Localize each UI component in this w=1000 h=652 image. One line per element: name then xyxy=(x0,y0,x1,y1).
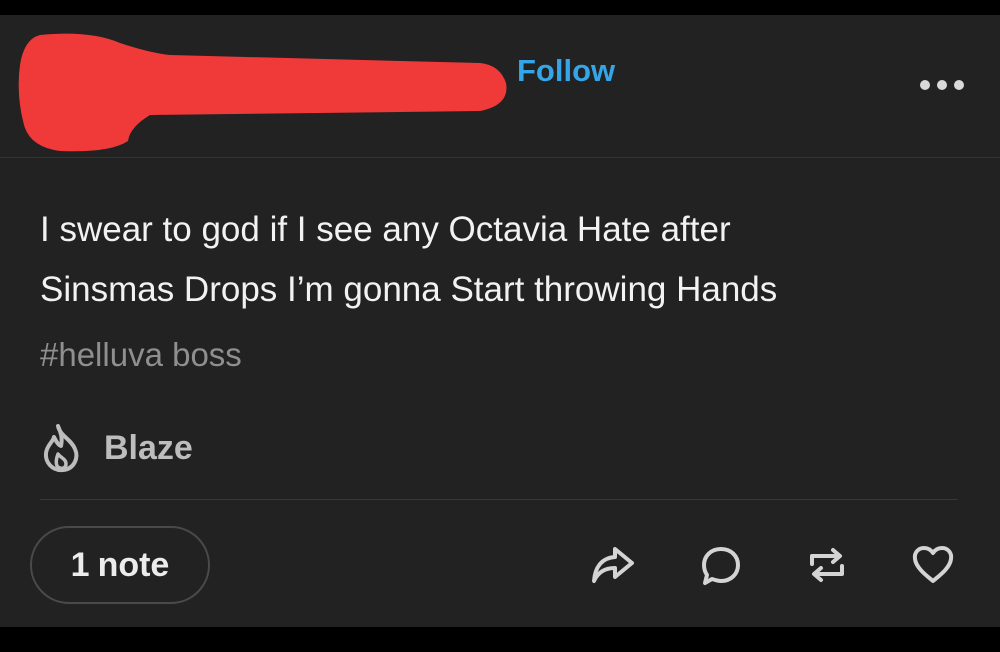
reblog-button[interactable] xyxy=(799,535,855,595)
heart-icon xyxy=(912,546,954,583)
blaze-label: Blaze xyxy=(104,429,193,467)
post-tag[interactable]: #helluva boss xyxy=(40,333,242,377)
notes-count: 1 xyxy=(70,545,90,584)
more-dot xyxy=(937,80,947,90)
post-card: Follow I swear to god if I see any Octav… xyxy=(0,15,1000,627)
screen: Follow I swear to god if I see any Octav… xyxy=(0,0,1000,652)
more-options-icon[interactable] xyxy=(920,75,964,95)
share-arrow-icon xyxy=(592,547,634,583)
flame-icon xyxy=(43,424,79,473)
footer-divider xyxy=(40,499,958,500)
notes-label: note xyxy=(97,545,170,584)
post-header: Follow xyxy=(0,15,1000,158)
reply-button[interactable] xyxy=(693,535,749,595)
blaze-button[interactable]: Blaze xyxy=(40,422,193,474)
post-body-line: I swear to god if I see any Octavia Hate… xyxy=(40,210,731,249)
more-dot xyxy=(920,80,930,90)
reply-bubble-icon xyxy=(702,547,740,585)
post-body: I swear to god if I see any Octavia Hate… xyxy=(40,200,940,320)
redaction-mark xyxy=(18,33,507,152)
share-button[interactable] xyxy=(585,535,641,595)
reblog-icon xyxy=(810,548,844,582)
follow-button[interactable]: Follow xyxy=(517,51,615,91)
like-button[interactable] xyxy=(905,535,961,595)
post-actions xyxy=(585,535,960,595)
post-body-line: Sinsmas Drops I’m gonna Start throwing H… xyxy=(40,270,778,309)
more-dot xyxy=(954,80,964,90)
notes-button[interactable]: 1 note xyxy=(30,526,210,604)
